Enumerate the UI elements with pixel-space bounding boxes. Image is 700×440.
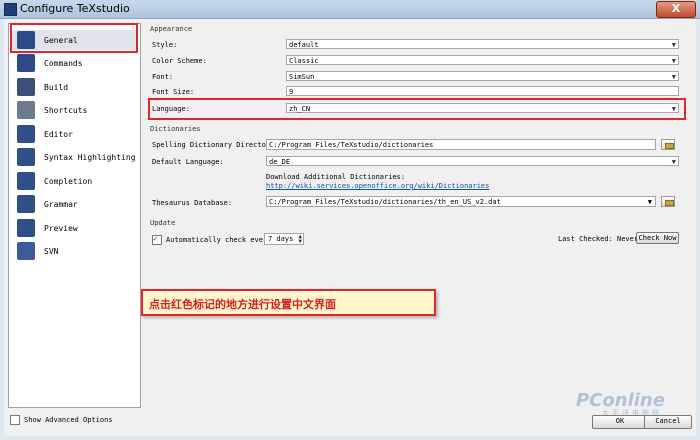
sidebar-item-editor[interactable]: Editor xyxy=(11,124,137,144)
sidebar-item-label: Commands xyxy=(44,59,83,68)
auto-check-option[interactable]: ✓ Automatically check every xyxy=(152,234,272,245)
close-button[interactable]: X xyxy=(656,1,696,18)
preview-icon xyxy=(17,219,35,237)
show-advanced-checkbox[interactable] xyxy=(10,415,20,425)
sidebar-item-shortcuts[interactable]: Shortcuts xyxy=(11,100,137,120)
font-size-field[interactable]: 9 xyxy=(286,86,679,96)
configure-dialog: Configure TeXstudio X General Commands B… xyxy=(0,0,700,440)
title-bar: Configure TeXstudio X xyxy=(0,0,700,19)
show-advanced-label: Show Advanced Options xyxy=(24,416,113,424)
chevron-down-icon: ▼ xyxy=(671,158,676,166)
general-highlight-box xyxy=(10,23,138,53)
sidebar-item-label: Editor xyxy=(44,130,73,139)
last-checked-text: Last Checked: Never xyxy=(558,235,639,243)
completion-icon xyxy=(17,172,35,190)
sidebar-item-commands[interactable]: Commands xyxy=(11,53,137,73)
spelling-dir-label: Spelling Dictionary Directory: xyxy=(152,141,279,149)
sidebar-item-label: Grammar xyxy=(44,200,78,209)
sidebar-item-grammar[interactable]: Grammar xyxy=(11,194,137,214)
settings-panel: Appearance Style: default ▼ Color Scheme:… xyxy=(146,23,688,406)
svn-icon xyxy=(17,242,35,260)
auto-check-checkbox[interactable]: ✓ xyxy=(152,234,162,245)
font-label: Font: xyxy=(152,73,174,81)
color-scheme-value: Classic xyxy=(289,57,319,65)
default-language-value: de_DE xyxy=(269,158,291,166)
sidebar-item-label: Build xyxy=(44,83,69,92)
annotation-text: 点击红色标记的地方进行设置中文界面 xyxy=(149,298,336,311)
font-size-label: Font Size: xyxy=(152,88,195,96)
update-section-title: Update xyxy=(150,219,176,227)
default-language-select[interactable]: de_DE ▼ xyxy=(266,156,679,166)
sidebar-item-label: Syntax Highlighting xyxy=(44,153,136,162)
spelling-dir-field[interactable]: C:/Program Files/TeXstudio/dictionaries xyxy=(266,139,656,150)
thesaurus-field[interactable]: C:/Program Files/TeXstudio/dictionaries/… xyxy=(266,196,656,207)
thesaurus-label: Thesaurus Database: xyxy=(152,199,233,207)
sidebar-item-label: Shortcuts xyxy=(44,106,88,115)
folder-icon xyxy=(665,143,674,149)
dictionaries-section-title: Dictionaries xyxy=(150,125,201,133)
auto-check-label: Automatically check every xyxy=(166,236,272,244)
update-interval-value: 7 days xyxy=(268,235,294,243)
default-language-label: Default Language: xyxy=(152,158,224,166)
sidebar-item-completion[interactable]: Completion xyxy=(11,171,137,191)
shortcuts-icon xyxy=(17,101,35,119)
download-dictionaries-link[interactable]: http://wiki.services.openoffice.org/wiki… xyxy=(266,182,489,190)
language-highlight-box xyxy=(148,98,686,120)
sidebar-item-preview[interactable]: Preview xyxy=(11,218,137,238)
style-select[interactable]: default ▼ xyxy=(286,39,679,49)
sidebar-item-svn[interactable]: SVN xyxy=(11,241,137,261)
grammar-icon xyxy=(17,195,35,213)
spin-arrows-icon: ▲ ▼ xyxy=(298,233,302,245)
sidebar-item-label: Completion xyxy=(44,177,93,186)
annotation-callout: 点击红色标记的地方进行设置中文界面 xyxy=(141,289,436,316)
texstudio-app-icon xyxy=(4,3,17,16)
cancel-button[interactable]: Cancel xyxy=(644,415,692,429)
build-icon xyxy=(17,78,35,96)
chevron-down-icon: ▼ xyxy=(671,41,676,49)
color-scheme-label: Color Scheme: xyxy=(152,57,207,65)
thesaurus-value: C:/Program Files/TeXstudio/dictionaries/… xyxy=(269,198,501,206)
syntax-icon xyxy=(17,148,35,166)
folder-icon xyxy=(665,200,674,206)
checkmark-icon: ✓ xyxy=(153,234,158,243)
sidebar-item-syntax-highlighting[interactable]: Syntax Highlighting xyxy=(11,147,137,167)
appearance-section-title: Appearance xyxy=(150,25,193,33)
chevron-down-icon: ▼ xyxy=(671,57,676,65)
commands-icon xyxy=(17,54,35,72)
window-title: Configure TeXstudio xyxy=(20,2,130,15)
editor-icon xyxy=(17,125,35,143)
check-now-button[interactable]: Check Now xyxy=(636,232,679,244)
font-value: SimSun xyxy=(289,73,315,81)
browse-thesaurus-button[interactable] xyxy=(661,196,675,207)
sidebar-item-label: Preview xyxy=(44,224,78,233)
sidebar-item-build[interactable]: Build xyxy=(11,77,137,97)
font-size-value: 9 xyxy=(289,88,294,96)
font-select[interactable]: SimSun ▼ xyxy=(286,71,679,81)
browse-spelling-dir-button[interactable] xyxy=(661,139,675,150)
show-advanced-options[interactable]: Show Advanced Options xyxy=(10,415,113,425)
download-dictionaries-text: Download Additional Dictionaries: xyxy=(266,173,406,181)
update-interval-spinner[interactable]: 7 days ▲ ▼ xyxy=(264,233,304,245)
style-value: default xyxy=(289,41,319,49)
color-scheme-select[interactable]: Classic ▼ xyxy=(286,55,679,65)
style-label: Style: xyxy=(152,41,178,49)
sidebar-item-label: SVN xyxy=(44,247,59,256)
ok-button[interactable]: OK xyxy=(592,415,648,429)
chevron-down-icon: ▼ xyxy=(647,198,652,206)
chevron-down-icon: ▼ xyxy=(671,73,676,81)
spelling-dir-value: C:/Program Files/TeXstudio/dictionaries xyxy=(269,141,434,149)
dialog-body: General Commands Build Shortcuts Editor … xyxy=(4,19,696,436)
category-list: General Commands Build Shortcuts Editor … xyxy=(8,23,141,408)
